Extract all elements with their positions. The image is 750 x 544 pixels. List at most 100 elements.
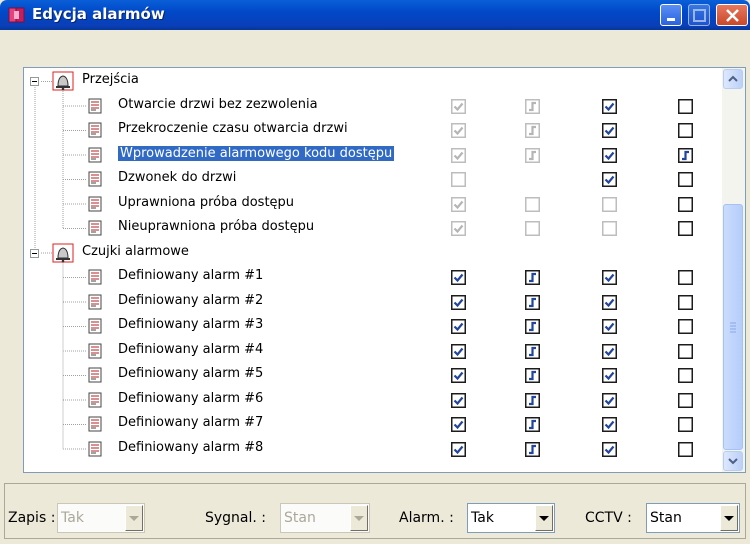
- sygnal-checkbox[interactable]: [525, 417, 540, 432]
- cctv-checkbox[interactable]: [678, 270, 693, 285]
- zapis-checkbox[interactable]: [451, 368, 466, 383]
- alarm-row[interactable]: Definiowany alarm #7: [24, 412, 722, 436]
- cctv-checkbox[interactable]: [678, 123, 693, 138]
- alarm-dropdown-button[interactable]: [535, 505, 553, 531]
- alarm-checkbox[interactable]: [602, 270, 617, 285]
- alarm-event-icon: [88, 196, 102, 211]
- sygnal-checkbox[interactable]: [525, 319, 540, 334]
- zapis-checkbox[interactable]: [451, 417, 466, 432]
- alarm-checkbox[interactable]: [602, 123, 617, 138]
- alarm-row-label[interactable]: Dzwonek do drzwi: [118, 170, 236, 185]
- alarm-row[interactable]: Definiowany alarm #6: [24, 388, 722, 412]
- cctv-checkbox[interactable]: [678, 368, 693, 383]
- chevron-up-icon: [728, 75, 738, 82]
- alarm-row[interactable]: Przekroczenie czasu otwarcia drzwi: [24, 118, 722, 142]
- cctv-select[interactable]: Stan: [646, 503, 740, 533]
- alarm-row[interactable]: Definiowany alarm #8: [24, 437, 722, 461]
- zapis-checkbox[interactable]: [451, 270, 466, 285]
- cctv-checkbox[interactable]: [678, 343, 693, 359]
- alarm-row[interactable]: Dzwonek do drzwi: [24, 167, 722, 191]
- sygnal-checkbox[interactable]: [525, 441, 540, 457]
- alarm-row-label[interactable]: Wprowadzenie alarmowego kodu dostępu: [116, 144, 396, 162]
- alarm-checkbox[interactable]: [602, 172, 617, 187]
- sygnal-checkbox[interactable]: [525, 343, 540, 359]
- alarm-row-label[interactable]: Definiowany alarm #5: [118, 366, 263, 381]
- alarm-checkbox[interactable]: [602, 368, 617, 383]
- alarm-row[interactable]: Definiowany alarm #5: [24, 363, 722, 387]
- alarm-row-label[interactable]: Definiowany alarm #8: [118, 440, 263, 455]
- sygnal-checkbox[interactable]: [525, 392, 540, 408]
- cctv-checkbox[interactable]: [678, 147, 693, 163]
- alarm-row-label[interactable]: Definiowany alarm #3: [118, 317, 263, 332]
- sygnal-checkbox: [525, 98, 540, 114]
- alarm-row[interactable]: Definiowany alarm #3: [24, 314, 722, 338]
- scroll-thumb[interactable]: [723, 204, 743, 450]
- group-label: Czujki alarmowe: [82, 243, 189, 259]
- tree-viewport: Przejścia Otwarcie drzwi bez zezwolenia Pr…: [24, 68, 722, 472]
- alarm-event-icon: [88, 122, 102, 138]
- zapis-checkbox[interactable]: [451, 294, 466, 310]
- sygnal-checkbox[interactable]: [525, 270, 540, 285]
- zapis-checkbox[interactable]: [451, 441, 466, 457]
- cctv-checkbox[interactable]: [678, 441, 693, 457]
- alarm-row-label[interactable]: Nieuprawniona próba dostępu: [118, 219, 314, 234]
- alarm-row[interactable]: Wprowadzenie alarmowego kodu dostępu: [24, 143, 722, 167]
- zapis-checkbox[interactable]: [451, 392, 466, 408]
- maximize-button[interactable]: [688, 4, 710, 26]
- alarm-row-label[interactable]: Przekroczenie czasu otwarcia drzwi: [118, 121, 348, 136]
- vertical-scrollbar[interactable]: [722, 68, 745, 472]
- alarm-checkbox[interactable]: [602, 147, 617, 163]
- zapis-checkbox: [451, 196, 466, 212]
- cctv-checkbox[interactable]: [678, 98, 693, 114]
- alarm-checkbox[interactable]: [602, 319, 617, 334]
- cctv-checkbox[interactable]: [678, 417, 693, 432]
- cctv-checkbox[interactable]: [678, 221, 693, 236]
- collapse-toggle[interactable]: [30, 77, 39, 86]
- alarm-row-label[interactable]: Definiowany alarm #7: [118, 415, 263, 430]
- sygnal-checkbox[interactable]: [525, 294, 540, 310]
- alarm-row[interactable]: Definiowany alarm #4: [24, 339, 722, 363]
- grip-icon: [730, 322, 736, 333]
- alarm-checkbox[interactable]: [602, 343, 617, 359]
- cctv-checkbox[interactable]: [678, 294, 693, 310]
- chevron-down-icon: [354, 516, 364, 521]
- alarm-row[interactable]: Nieuprawniona próba dostępu: [24, 216, 722, 240]
- cctv-checkbox[interactable]: [678, 172, 693, 187]
- cctv-checkbox[interactable]: [678, 319, 693, 334]
- tree-group[interactable]: Przejścia: [24, 69, 722, 93]
- alarm-row-label[interactable]: Definiowany alarm #6: [118, 391, 263, 406]
- zapis-checkbox[interactable]: [451, 343, 466, 359]
- alarm-checkbox[interactable]: [602, 417, 617, 432]
- alarm-row[interactable]: Otwarcie drzwi bez zezwolenia: [24, 94, 722, 118]
- cctv-checkbox[interactable]: [678, 196, 693, 212]
- minimize-button[interactable]: [660, 4, 682, 26]
- collapse-toggle[interactable]: [30, 248, 39, 258]
- alarm-checkbox[interactable]: [602, 294, 617, 310]
- zapis-select: Tak: [57, 503, 145, 533]
- alarm-select[interactable]: Tak: [467, 503, 555, 533]
- alarm-checkbox[interactable]: [602, 98, 617, 114]
- alarm-checkbox[interactable]: [602, 441, 617, 457]
- alarm-tree[interactable]: Przejścia Otwarcie drzwi bez zezwolenia Pr…: [23, 67, 746, 473]
- sygnal-checkbox[interactable]: [525, 368, 540, 383]
- alarm-row-label[interactable]: Definiowany alarm #2: [118, 293, 263, 308]
- cctv-label: CCTV :: [585, 510, 632, 526]
- alarm-row[interactable]: Definiowany alarm #2: [24, 290, 722, 314]
- alarm-value: Tak: [471, 510, 494, 526]
- title-bar[interactable]: Edycja alarmów: [0, 0, 750, 30]
- alarm-row-label[interactable]: Definiowany alarm #1: [118, 268, 263, 283]
- zapis-checkbox: [451, 172, 466, 187]
- alarm-checkbox[interactable]: [602, 392, 617, 408]
- scroll-up-button[interactable]: [723, 69, 743, 89]
- zapis-checkbox[interactable]: [451, 319, 466, 334]
- alarm-row-label[interactable]: Uprawniona próba dostępu: [118, 195, 294, 210]
- cctv-dropdown-button[interactable]: [720, 505, 738, 531]
- alarm-row-label[interactable]: Definiowany alarm #4: [118, 342, 263, 357]
- tree-group[interactable]: Czujki alarmowe: [24, 241, 722, 265]
- alarm-row[interactable]: Uprawniona próba dostępu: [24, 192, 722, 216]
- alarm-row[interactable]: Definiowany alarm #1: [24, 265, 722, 289]
- alarm-row-label[interactable]: Otwarcie drzwi bez zezwolenia: [118, 97, 318, 112]
- close-button[interactable]: [716, 4, 748, 26]
- scroll-down-button[interactable]: [723, 451, 743, 471]
- cctv-checkbox[interactable]: [678, 392, 693, 408]
